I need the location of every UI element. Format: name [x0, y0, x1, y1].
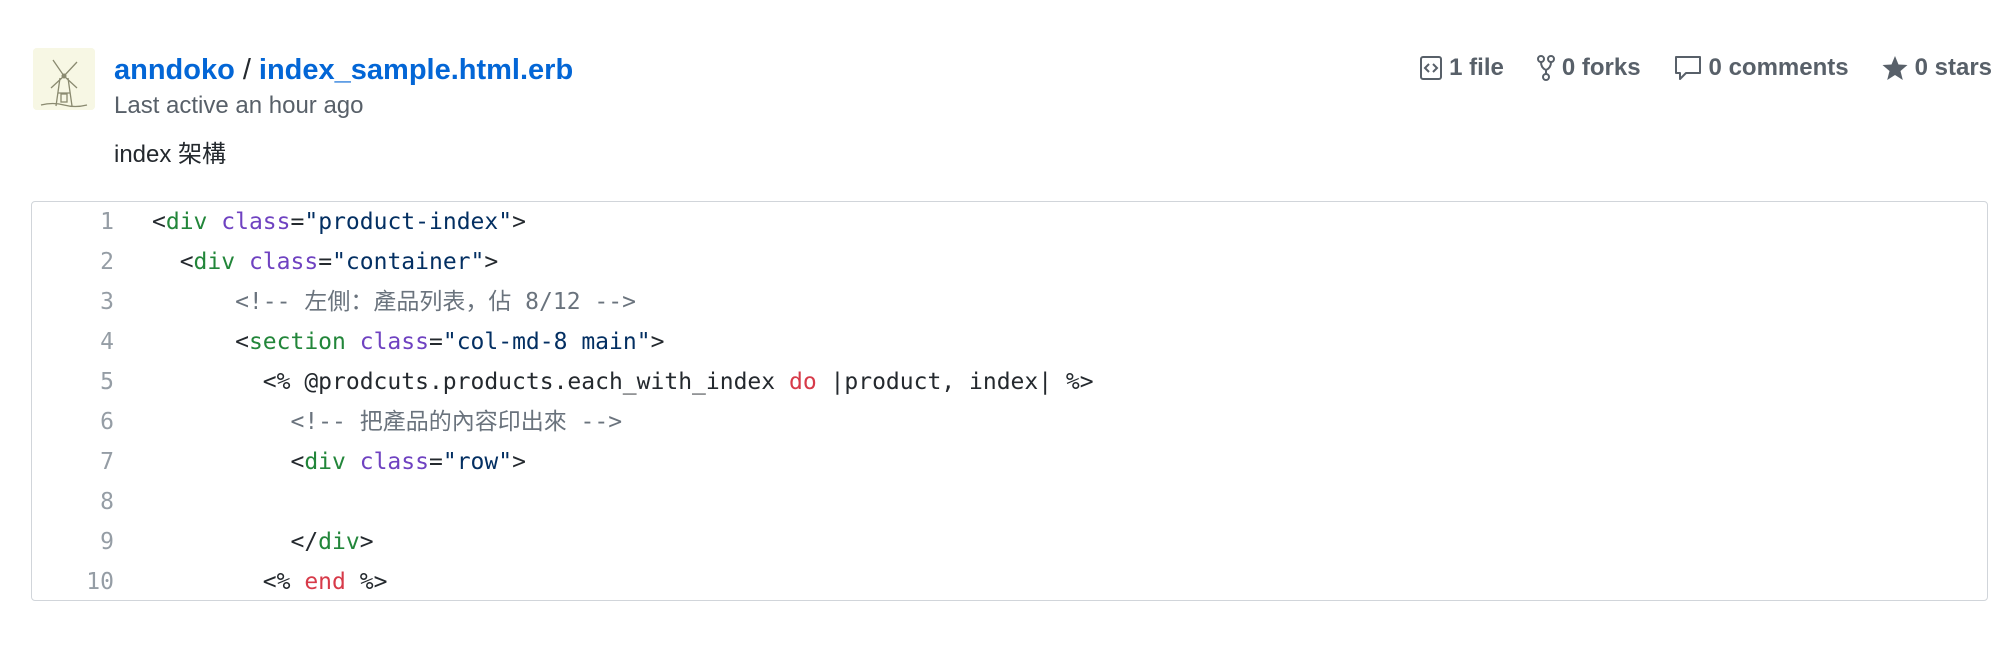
star-icon: [1882, 56, 1908, 80]
line-number[interactable]: 6: [32, 402, 114, 442]
code-line: 8: [32, 482, 1987, 522]
code-line: 7 <div class="row">: [32, 442, 1987, 482]
stars-count-link[interactable]: 0 stars: [1881, 54, 1992, 82]
code-line: 4 <section class="col-md-8 main">: [32, 322, 1987, 362]
line-number[interactable]: 1: [32, 202, 114, 242]
code-text: <!-- 把產品的內容印出來 -->: [152, 409, 623, 435]
comments-count: 0 comments: [1708, 54, 1849, 81]
code-text: <section class="col-md-8 main">: [152, 329, 665, 355]
files-count: 1 file: [1449, 54, 1504, 81]
line-number[interactable]: 2: [32, 242, 114, 282]
comments-count-link[interactable]: 0 comments: [1673, 54, 1849, 82]
forks-count: 0 forks: [1561, 54, 1641, 81]
code-text: <div class="product-index">: [152, 209, 526, 235]
line-number[interactable]: 3: [32, 282, 114, 322]
title-separator: /: [242, 54, 251, 86]
comment-icon: [1674, 56, 1701, 80]
code-line: 5 <% @prodcuts.products.each_with_index …: [32, 362, 1987, 402]
code-line: 2 <div class="container">: [32, 242, 1987, 282]
code-line: 6 <!-- 把產品的內容印出來 -->: [32, 402, 1987, 442]
code-text: <!-- 左側：產品列表，佔 8/12 -->: [152, 289, 636, 315]
line-number[interactable]: 8: [32, 482, 114, 522]
owner-link[interactable]: anndoko: [114, 54, 235, 86]
line-number[interactable]: 7: [32, 442, 114, 482]
code-text: <% end %>: [152, 569, 388, 595]
line-number[interactable]: 10: [32, 562, 114, 600]
code-text: <div class="row">: [152, 449, 526, 475]
last-active-text: Last active an hour ago: [114, 92, 364, 119]
code-line: 3 <!-- 左側：產品列表，佔 8/12 -->: [32, 282, 1987, 322]
code-line: 1 <div class="product-index">: [32, 202, 1987, 242]
code-line: 10 <% end %>: [32, 562, 1987, 600]
stars-count: 0 stars: [1914, 54, 1992, 81]
line-number[interactable]: 4: [32, 322, 114, 362]
gist-stats: 1 file 0 forks 0 comments 0 stars: [1387, 54, 1992, 82]
fork-icon: [1536, 55, 1555, 81]
code-viewer[interactable]: 1 <div class="product-index"> 2 <div class…: [31, 201, 1988, 601]
line-number[interactable]: 5: [32, 362, 114, 402]
code-text: <% @prodcuts.products.each_with_index do…: [152, 369, 1094, 395]
line-number[interactable]: 9: [32, 522, 114, 562]
gist-title: anndoko / index_sample.html.erb: [114, 52, 573, 88]
avatar[interactable]: [33, 48, 95, 110]
windmill-avatar-icon: [33, 48, 95, 110]
filename-link[interactable]: index_sample.html.erb: [259, 54, 573, 86]
code-text: </div>: [152, 529, 374, 555]
code-lines: 1 <div class="product-index"> 2 <div class…: [32, 202, 1987, 600]
files-count-link[interactable]: 1 file: [1419, 54, 1504, 82]
code-file-icon: [1420, 56, 1443, 80]
code-text: <div class="container">: [152, 249, 499, 275]
gist-description: index 架構: [114, 141, 227, 168]
forks-count-link[interactable]: 0 forks: [1536, 54, 1641, 82]
code-line: 9 </div>: [32, 522, 1987, 562]
